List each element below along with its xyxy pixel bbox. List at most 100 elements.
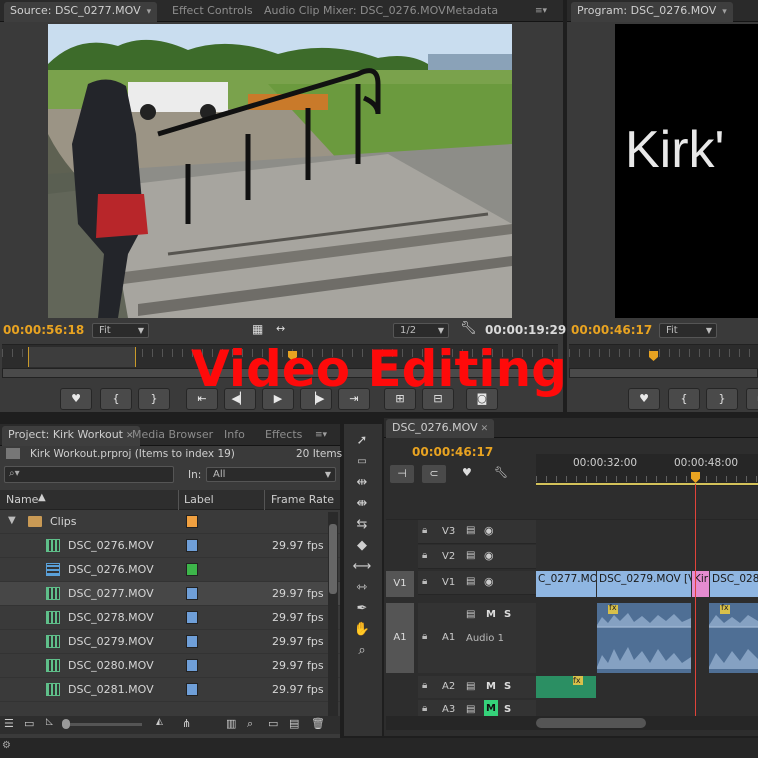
rolling-edit-tool-icon[interactable]: ⇼ xyxy=(352,495,372,513)
list-view-icon[interactable]: ☰ xyxy=(4,717,14,730)
timeline-clip[interactable]: DSC_0279.MOV [V] xyxy=(597,571,691,597)
find-icon[interactable]: ⌕ xyxy=(247,717,253,731)
lock-icon[interactable]: 🔒︎ xyxy=(422,703,427,714)
zoom-in-icon[interactable]: ◭ xyxy=(156,717,163,727)
tab-menu-icon[interactable]: ▾ xyxy=(147,7,152,17)
snap-toggle-icon[interactable]: ⊣ xyxy=(390,465,414,483)
project-item-row[interactable]: DSC_0278.MOV 29.97 fps xyxy=(0,606,340,630)
new-item-icon[interactable]: ▤ xyxy=(289,717,299,730)
linked-selection-icon[interactable]: ⊂ xyxy=(422,465,446,483)
project-item-row[interactable]: DSC_0277.MOV 29.97 fps xyxy=(0,582,340,606)
project-scrollbar[interactable] xyxy=(328,512,338,718)
razor-tool-icon[interactable]: ◆ xyxy=(352,537,372,555)
solo-button[interactable]: S xyxy=(504,609,511,620)
lock-icon[interactable]: 🔒︎ xyxy=(422,631,427,642)
sync-lock-icon[interactable]: ▤ xyxy=(466,609,475,620)
bin-row-clips[interactable]: ▼ Clips xyxy=(0,510,340,534)
disclosure-triangle-icon[interactable]: ▼ xyxy=(8,515,16,526)
in-filter-dropdown[interactable]: All ▼ xyxy=(206,467,336,482)
label-swatch[interactable] xyxy=(186,539,198,552)
source-playhead-timecode[interactable]: 00:00:56:18 xyxy=(3,323,84,337)
new-bin-icon[interactable]: ▭ xyxy=(268,717,278,730)
timeline-playhead-timecode[interactable]: 00:00:46:17 xyxy=(412,445,493,459)
mute-button[interactable]: M xyxy=(486,609,496,620)
project-item-row[interactable]: DSC_0280.MOV 29.97 fps xyxy=(0,654,340,678)
source-resolution-dropdown[interactable]: 1/2 ▼ xyxy=(393,323,449,338)
lock-icon[interactable]: 🔒︎ xyxy=(422,680,427,691)
selection-tool-icon[interactable]: ➚ xyxy=(352,432,372,450)
film-strip-icon[interactable]: ▦ xyxy=(252,322,263,336)
tab-media-browser[interactable]: Media Browser xyxy=(126,426,219,446)
column-frame-rate[interactable]: Frame Rate xyxy=(271,493,334,506)
eye-icon[interactable]: ◉ xyxy=(484,524,494,537)
tab-program[interactable]: Program: DSC_0276.MOV ▾ xyxy=(571,2,733,22)
sync-lock-icon[interactable]: ▤ xyxy=(466,681,475,692)
source-zoom-dropdown[interactable]: Fit ▼ xyxy=(92,323,149,338)
slide-tool-icon[interactable]: ⇿ xyxy=(352,579,372,597)
settings-icon[interactable]: ⚙ xyxy=(2,740,11,751)
track-select-tool-icon[interactable]: ▭ xyxy=(352,453,372,471)
tab-project[interactable]: Project: Kirk Workout ✕ xyxy=(2,426,140,446)
bin-library-icon[interactable]: ▥ xyxy=(226,717,236,730)
timeline-clip[interactable]: C_0277.MOV xyxy=(536,571,596,597)
program-zoom-dropdown[interactable]: Fit ▼ xyxy=(659,323,717,338)
panel-menu-icon[interactable]: ≡▾ xyxy=(312,428,330,442)
scrollbar-thumb[interactable] xyxy=(329,524,337,594)
tab-source[interactable]: Source: DSC_0277.MOV ▾ xyxy=(4,2,158,22)
wrench-icon[interactable]: 🔧︎ xyxy=(460,321,477,336)
timeline-scrollbar[interactable] xyxy=(386,716,758,730)
source-patch-v1[interactable]: V1 xyxy=(386,571,414,597)
zoom-slider-handle[interactable] xyxy=(62,719,70,729)
slip-tool-icon[interactable]: ⟷ xyxy=(352,558,372,576)
lock-icon[interactable]: 🔒︎ xyxy=(422,525,427,536)
ripple-edit-tool-icon[interactable]: ⇹ xyxy=(352,474,372,492)
label-swatch[interactable] xyxy=(186,515,198,528)
label-swatch[interactable] xyxy=(186,635,198,648)
tab-metadata[interactable]: Metadata xyxy=(440,2,504,22)
project-item-row[interactable]: DSC_0276.MOV xyxy=(0,558,340,582)
search-input[interactable]: ⌕▾ xyxy=(4,466,174,483)
label-swatch[interactable] xyxy=(186,611,198,624)
tab-info[interactable]: Info xyxy=(218,426,251,446)
drag-audio-video-icon[interactable]: ↔ xyxy=(276,322,285,335)
zoom-slider[interactable] xyxy=(62,723,142,726)
column-label[interactable]: Label xyxy=(184,493,214,506)
automate-to-sequence-icon[interactable]: ⋔ xyxy=(182,717,191,730)
panel-menu-icon[interactable]: ≡▾ xyxy=(532,4,550,18)
tab-audio-clip-mixer[interactable]: Audio Clip Mixer: DSC_0276.MOV xyxy=(258,2,452,22)
timeline-playhead-line[interactable] xyxy=(695,484,696,716)
solo-button[interactable]: S xyxy=(504,704,511,715)
zoom-tool-icon[interactable]: ⌕ xyxy=(352,642,372,660)
eye-icon[interactable]: ◉ xyxy=(484,575,494,588)
close-icon[interactable]: ✕ xyxy=(481,424,489,434)
program-playhead-timecode[interactable]: 00:00:46:17 xyxy=(571,323,652,337)
tab-sequence[interactable]: DSC_0276.MOV ✕ xyxy=(386,419,495,439)
lock-icon[interactable]: 🔒︎ xyxy=(422,576,427,587)
tab-menu-icon[interactable]: ▾ xyxy=(722,7,727,17)
source-patch-a1[interactable]: A1 xyxy=(386,603,414,673)
zoom-out-icon[interactable]: ◺ xyxy=(46,717,53,727)
label-swatch[interactable] xyxy=(186,659,198,672)
label-swatch[interactable] xyxy=(186,683,198,696)
a2-audio-clip[interactable]: fx xyxy=(536,676,596,698)
lock-icon[interactable]: 🔒︎ xyxy=(422,550,427,561)
sync-lock-icon[interactable]: ▤ xyxy=(466,525,475,536)
project-item-row[interactable]: DSC_0279.MOV 29.97 fps xyxy=(0,630,340,654)
tab-effects[interactable]: Effects xyxy=(259,426,308,446)
timeline-ruler[interactable]: 00:00:32:00 00:00:48:00 xyxy=(536,454,758,486)
icon-view-icon[interactable]: ▭ xyxy=(24,717,34,730)
column-name[interactable]: Name xyxy=(6,493,38,506)
timeline-clip[interactable]: DSC_0282 xyxy=(710,571,758,597)
mute-button[interactable]: M xyxy=(486,681,496,692)
trash-icon[interactable]: 🗑︎ xyxy=(311,717,325,730)
sort-ascending-icon[interactable]: ▲ xyxy=(38,492,46,503)
project-item-row[interactable]: DSC_0281.MOV 29.97 fps xyxy=(0,678,340,702)
sync-lock-icon[interactable]: ▤ xyxy=(466,576,475,587)
sync-lock-icon[interactable]: ▤ xyxy=(466,704,475,715)
tab-effect-controls[interactable]: Effect Controls xyxy=(166,2,259,22)
eye-icon[interactable]: ◉ xyxy=(484,549,494,562)
hand-tool-icon[interactable]: ✋ xyxy=(352,621,372,639)
project-item-row[interactable]: DSC_0276.MOV 29.97 fps xyxy=(0,534,340,558)
timeline-settings-icon[interactable]: 🔧︎ xyxy=(494,466,508,479)
add-marker-icon[interactable]: ♥ xyxy=(462,466,472,479)
